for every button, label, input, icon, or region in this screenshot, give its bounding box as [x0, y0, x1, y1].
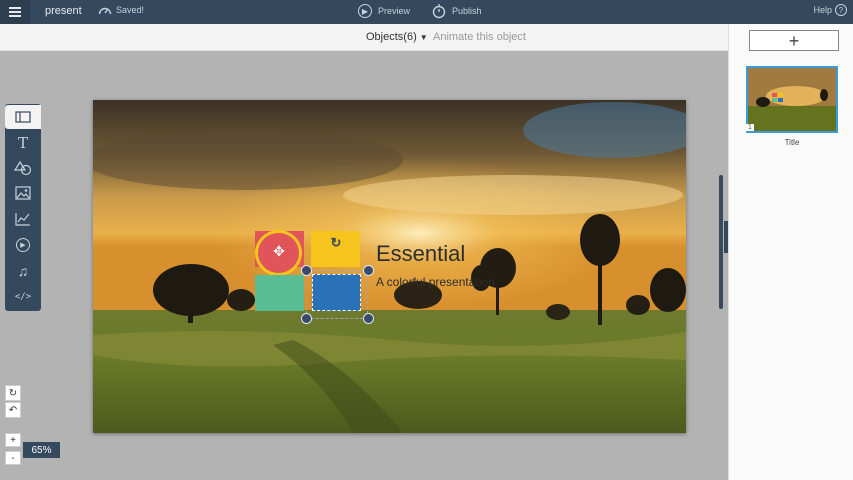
help-label: Help — [813, 5, 832, 15]
resize-handle[interactable] — [363, 265, 374, 276]
add-slide-button[interactable]: + — [749, 30, 839, 51]
redo-button[interactable]: ↻ — [5, 385, 21, 401]
stopwatch-icon — [432, 4, 446, 19]
redo-icon: ↻ — [8, 387, 18, 399]
music-tool[interactable]: ♫ — [5, 259, 41, 283]
objects-bar: Objects(6) ▼ Animate this object — [0, 24, 728, 51]
zoom-level: 65% — [23, 442, 60, 458]
selection-box — [306, 270, 368, 319]
video-icon: ▶ — [16, 238, 30, 252]
objects-label: Objects(6) — [366, 31, 417, 43]
text-tool[interactable]: T — [5, 131, 41, 155]
slide-number: 1 — [746, 124, 754, 131]
presentation-name[interactable]: present — [45, 5, 82, 17]
music-icon: ♫ — [17, 263, 29, 279]
shapes-icon — [14, 160, 32, 176]
insert-toolbar: T ▶ ♫ </> — [5, 104, 41, 311]
resize-handle[interactable] — [301, 265, 312, 276]
scrollbar[interactable] — [719, 175, 723, 309]
layout-icon — [15, 111, 31, 123]
code-icon: </> — [14, 292, 32, 302]
rotate-icon[interactable]: ↻ — [329, 236, 343, 250]
slides-panel: + 1 Title — [728, 24, 853, 480]
preview-label: Preview — [378, 6, 411, 16]
slide-label: Title — [784, 138, 800, 147]
objects-dropdown[interactable]: Objects(6) ▼ — [366, 31, 428, 43]
chart-icon — [15, 213, 30, 226]
image-icon — [15, 186, 31, 200]
video-tool[interactable]: ▶ — [5, 233, 41, 257]
question-icon: ? — [835, 4, 847, 16]
layout-tool[interactable] — [5, 105, 41, 129]
slide-title[interactable]: Essential — [376, 241, 465, 267]
thumbnail-image — [748, 68, 836, 131]
saved-status: Saved! — [98, 4, 144, 16]
code-tool[interactable]: </> — [5, 285, 41, 309]
publish-label: Publish — [452, 6, 482, 16]
speedometer-icon — [98, 7, 112, 15]
caret-down-icon: ▼ — [419, 32, 428, 42]
slide-canvas[interactable]: ✥ ↻ Essential A colorful presentation — [93, 100, 686, 433]
hamburger-icon[interactable] — [0, 0, 30, 24]
plus-icon: + — [788, 30, 800, 51]
animate-object-button[interactable]: Animate this object — [433, 31, 526, 43]
text-icon: T — [17, 134, 28, 152]
zoom-in-button[interactable]: + — [5, 433, 21, 447]
resize-handle[interactable] — [301, 313, 312, 324]
preview-button[interactable]: ▶ Preview — [358, 4, 410, 18]
publish-button[interactable]: Publish — [432, 3, 482, 19]
image-tool[interactable] — [5, 181, 41, 205]
chart-tool[interactable] — [5, 207, 41, 231]
green-square-shape[interactable] — [255, 275, 304, 311]
slide-subtitle[interactable]: A colorful presentation — [376, 275, 495, 289]
move-icon[interactable]: ✥ — [271, 243, 287, 259]
zoom-out-button[interactable]: - — [5, 451, 21, 465]
slide-thumbnail[interactable] — [746, 66, 838, 133]
play-icon: ▶ — [358, 4, 372, 18]
undo-icon: ↶ — [8, 404, 18, 416]
saved-label: Saved! — [116, 5, 145, 15]
resize-handle[interactable] — [363, 313, 374, 324]
shapes-tool[interactable] — [5, 156, 41, 180]
help-button[interactable]: Help ? — [813, 4, 847, 16]
top-bar: present Saved! ▶ Preview Publish Help ? — [0, 0, 853, 24]
undo-button[interactable]: ↶ — [5, 402, 21, 418]
